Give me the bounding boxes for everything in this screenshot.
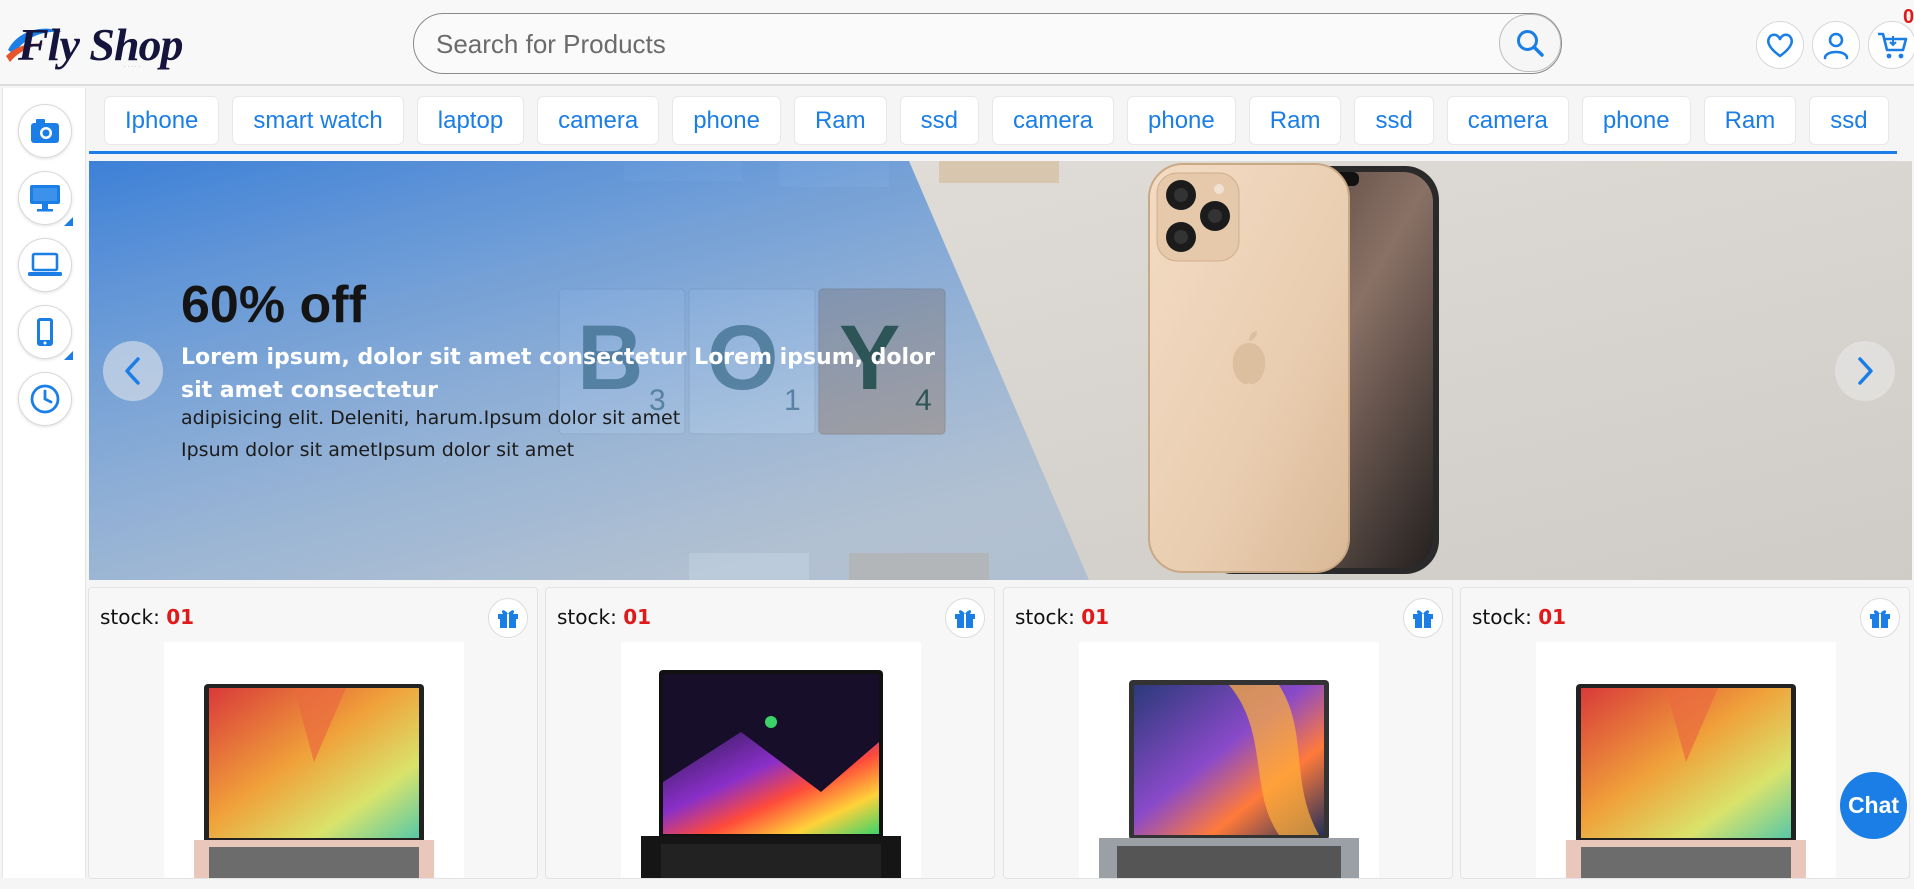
user-icon xyxy=(1823,32,1849,60)
phone-icon xyxy=(37,318,53,346)
banner-text-line-2: Ipsum dolor sit ametIpsum dolor sit amet xyxy=(181,439,575,461)
banner-next-button[interactable] xyxy=(1835,341,1895,401)
category-list: Iphone smart watch laptop camera phone Ram ssd… xyxy=(104,96,1889,145)
search-bar xyxy=(413,13,1562,74)
category-chip[interactable]: phone xyxy=(672,96,781,145)
stock-label: stock: 01 xyxy=(100,605,194,629)
site-header: Fly Shop ····· 0 xyxy=(0,0,1914,86)
category-chip[interactable]: laptop xyxy=(416,96,525,145)
gift-icon xyxy=(955,610,975,628)
product-image[interactable] xyxy=(1079,642,1379,878)
product-card[interactable]: stock: 01 xyxy=(88,587,538,879)
logo-tagline: ····· xyxy=(124,64,143,70)
category-chip[interactable]: phone xyxy=(1581,96,1691,145)
category-chip[interactable]: ssd xyxy=(1809,96,1889,145)
site-logo[interactable]: Fly Shop ····· xyxy=(4,12,224,74)
gift-button[interactable] xyxy=(945,598,985,638)
banner-subtitle: Lorem ipsum, dolor sit amet consectetur … xyxy=(181,345,936,403)
product-image[interactable] xyxy=(621,642,921,878)
rail-phone-button[interactable] xyxy=(18,305,73,360)
chevron-right-icon xyxy=(1858,357,1873,385)
category-chip[interactable]: Ram xyxy=(1703,96,1797,145)
heart-icon xyxy=(1767,33,1793,58)
desktop-icon xyxy=(30,185,60,212)
product-image[interactable] xyxy=(1536,642,1836,878)
wishlist-button[interactable] xyxy=(1756,21,1804,69)
rail-camera-button[interactable] xyxy=(18,104,72,158)
stock-text: stock: xyxy=(557,605,617,629)
stock-text: stock: xyxy=(1472,605,1532,629)
stock-value: 01 xyxy=(623,605,652,629)
stock-value: 01 xyxy=(166,605,195,629)
stock-label: stock: 01 xyxy=(557,605,651,629)
category-strip: Iphone smart watch laptop camera phone Ram ssd… xyxy=(89,92,1897,154)
gift-button[interactable] xyxy=(1403,598,1443,638)
stock-text: stock: xyxy=(100,605,160,629)
rail-corner-marker xyxy=(64,351,73,360)
category-chip[interactable]: Ram xyxy=(1248,96,1342,145)
banner-prev-button[interactable] xyxy=(103,341,163,401)
gift-icon xyxy=(1413,610,1433,628)
product-card[interactable]: stock: 01 xyxy=(1460,587,1910,879)
laptop-icon xyxy=(28,252,62,276)
cart-count-badge: 0 xyxy=(1903,6,1914,28)
category-chip[interactable]: phone xyxy=(1127,96,1236,145)
stock-label: stock: 01 xyxy=(1015,605,1109,629)
gift-icon xyxy=(1870,610,1890,628)
category-chip[interactable]: camera xyxy=(991,96,1115,145)
product-card[interactable]: stock: 01 xyxy=(545,587,995,879)
category-chip[interactable]: smart watch xyxy=(232,96,404,145)
laptop-asus-vivobook-image xyxy=(194,684,434,878)
rail-history-button[interactable] xyxy=(18,372,72,426)
rail-corner-marker xyxy=(64,217,73,226)
chevron-left-icon xyxy=(125,357,140,385)
search-icon xyxy=(1517,30,1544,57)
gift-button[interactable] xyxy=(488,598,528,638)
category-chip[interactable]: Ram xyxy=(793,96,887,145)
clock-icon xyxy=(30,384,60,414)
gift-icon xyxy=(498,610,518,628)
cart-icon xyxy=(1878,32,1908,59)
category-rail xyxy=(2,88,86,878)
camera-icon xyxy=(31,119,59,143)
promo-banner: B O Y 3 1 4 60% off Lorem ipsum, dolor s… xyxy=(89,161,1912,580)
stock-value: 01 xyxy=(1081,605,1110,629)
rail-laptop-button[interactable] xyxy=(18,238,72,292)
category-chip[interactable]: camera xyxy=(537,96,660,145)
gift-button[interactable] xyxy=(1860,598,1900,638)
phone-image xyxy=(1148,163,1439,574)
account-button[interactable] xyxy=(1812,21,1860,69)
search-button[interactable] xyxy=(1499,14,1561,72)
stock-value: 01 xyxy=(1538,605,1567,629)
laptop-asus-vivobook-image xyxy=(1566,684,1806,878)
banner-title: 60% off xyxy=(181,276,366,334)
category-chip[interactable]: camera xyxy=(1446,96,1569,145)
product-image[interactable] xyxy=(164,642,464,878)
rail-desktop-button[interactable] xyxy=(18,171,73,226)
search-input[interactable] xyxy=(436,24,1456,64)
stock-text: stock: xyxy=(1015,605,1075,629)
chat-button[interactable]: Chat xyxy=(1840,772,1907,839)
laptop-xiaomi-image xyxy=(1099,680,1359,878)
product-card[interactable]: stock: 01 xyxy=(1003,587,1453,879)
laptop-razer-image xyxy=(641,670,901,878)
category-chip[interactable]: ssd xyxy=(1354,96,1434,145)
logo-text: Fly Shop xyxy=(18,19,184,70)
category-chip[interactable]: Iphone xyxy=(104,96,220,145)
stock-label: stock: 01 xyxy=(1472,605,1566,629)
category-chip[interactable]: ssd xyxy=(899,96,979,145)
banner-text-line-1: adipisicing elit. Deleniti, harum.Ipsum … xyxy=(181,407,681,429)
